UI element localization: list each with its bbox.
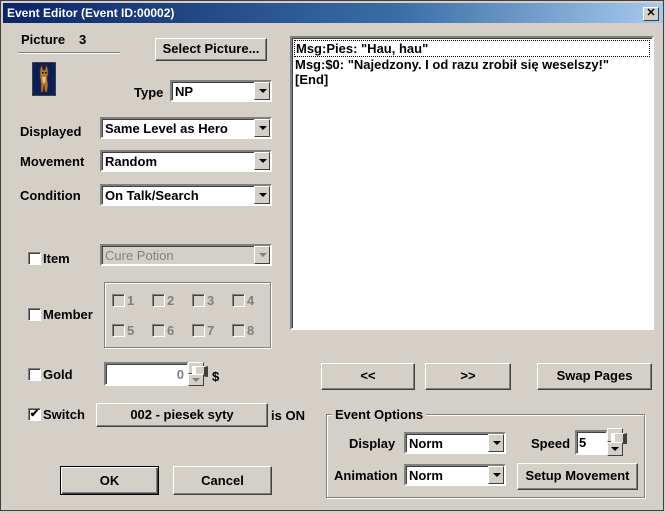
displayed-value: Same Level as Hero [105, 121, 228, 136]
chevron-down-icon[interactable] [254, 82, 270, 100]
member-checkbox[interactable] [28, 308, 41, 321]
speed-label: Speed [531, 436, 571, 451]
event-editor-window: Event Editor (Event ID:00002) ✕ Picture … [0, 0, 664, 511]
member-slot-6-checkbox [152, 324, 165, 337]
speed-spin-up-button[interactable] [607, 428, 627, 444]
switch-state-label: is ON [271, 408, 305, 423]
switch-label: Switch [43, 407, 85, 422]
animation-value: Norm [409, 468, 443, 483]
speed-spin-down-button[interactable] [607, 442, 623, 456]
switch-select-button[interactable]: 002 - piesek syty [96, 403, 268, 427]
window-title: Event Editor (Event ID:00002) [7, 6, 175, 20]
display-label: Display [349, 436, 396, 451]
npc-dog-sprite-icon [32, 62, 56, 96]
type-value: NP [175, 84, 194, 99]
display-value: Norm [409, 436, 443, 451]
member-slot-4-label: 4 [247, 293, 255, 308]
item-value: Cure Potion [105, 248, 174, 263]
member-slot-1-label: 1 [127, 293, 135, 308]
cancel-button[interactable]: Cancel [173, 466, 272, 495]
member-slot-7-label: 7 [207, 323, 215, 338]
chevron-down-icon[interactable] [254, 152, 270, 170]
gold-checkbox[interactable] [28, 368, 41, 381]
speed-input[interactable]: 5 [575, 430, 608, 455]
prev-page-button[interactable]: << [321, 363, 415, 390]
next-page-button[interactable]: >> [425, 363, 511, 390]
item-checkbox[interactable] [28, 252, 41, 265]
member-slot-3-label: 3 [207, 293, 215, 308]
member-slot-7-checkbox [192, 324, 205, 337]
checkmark-icon: ✔ [29, 408, 40, 420]
movement-label: Movement [20, 154, 85, 169]
type-dropdown[interactable]: NP [170, 80, 272, 102]
member-slot-1-checkbox [112, 294, 125, 307]
speed-spinner[interactable] [607, 428, 627, 456]
gold-input[interactable]: 0 [104, 362, 189, 386]
gold-label: Gold [43, 367, 73, 382]
member-slot-5-checkbox [112, 324, 125, 337]
condition-value: On Talk/Search [105, 188, 199, 203]
event-script-list[interactable]: Msg:Pies: "Hau, hau" Msg:$0: "Najedzony.… [290, 36, 654, 330]
event-options-title: Event Options [332, 407, 427, 422]
close-button[interactable]: ✕ [643, 7, 659, 21]
chevron-down-icon[interactable] [488, 434, 504, 452]
script-line[interactable]: Msg:Pies: "Hau, hau" [294, 40, 650, 57]
item-label: Item [43, 251, 70, 266]
script-line[interactable]: [End] [294, 72, 650, 87]
display-dropdown[interactable]: Norm [404, 432, 506, 454]
gold-spin-up-button[interactable] [188, 362, 208, 377]
setup-movement-button[interactable]: Setup Movement [517, 463, 638, 490]
member-slot-2-label: 2 [167, 293, 175, 308]
gold-value: 0 [176, 367, 184, 382]
animation-dropdown[interactable]: Norm [404, 464, 506, 486]
select-picture-button[interactable]: Select Picture... [155, 38, 267, 61]
script-line[interactable]: Msg:$0: "Najedzony. I od razu zrobił się… [294, 57, 650, 72]
displayed-dropdown[interactable]: Same Level as Hero [100, 117, 272, 139]
movement-dropdown[interactable]: Random [100, 150, 272, 172]
chevron-down-icon[interactable] [488, 466, 504, 484]
speed-value: 5 [579, 435, 587, 450]
chevron-down-icon[interactable] [254, 119, 270, 137]
gold-unit: $ [212, 369, 220, 384]
member-label: Member [43, 307, 93, 322]
type-label: Type [134, 85, 164, 100]
member-slot-6-label: 6 [167, 323, 175, 338]
item-dropdown: Cure Potion [100, 244, 272, 266]
chevron-down-icon[interactable] [254, 186, 270, 204]
animation-label: Animation [334, 468, 398, 483]
movement-value: Random [105, 154, 157, 169]
member-slot-4-checkbox [232, 294, 245, 307]
member-slots-group: 1 2 3 4 5 6 7 8 [104, 282, 271, 348]
picture-label: Picture [21, 32, 66, 47]
chevron-down-icon [254, 246, 270, 264]
member-slot-2-checkbox [152, 294, 165, 307]
member-slot-8-label: 8 [247, 323, 255, 338]
member-slot-3-checkbox [192, 294, 205, 307]
swap-pages-button[interactable]: Swap Pages [537, 363, 652, 390]
condition-label: Condition [20, 188, 81, 203]
close-icon: ✕ [646, 7, 656, 19]
title-bar: Event Editor (Event ID:00002) ✕ [3, 3, 663, 23]
gold-spinner[interactable] [188, 362, 208, 386]
member-slot-8-checkbox [232, 324, 245, 337]
displayed-label: Displayed [20, 124, 82, 139]
gold-spin-down-button[interactable] [188, 374, 204, 386]
picture-divider [18, 52, 120, 54]
ok-button[interactable]: OK [60, 466, 159, 495]
member-slot-5-label: 5 [127, 323, 135, 338]
condition-dropdown[interactable]: On Talk/Search [100, 184, 272, 206]
switch-checkbox[interactable]: ✔ [28, 408, 41, 421]
picture-number: 3 [79, 32, 87, 47]
